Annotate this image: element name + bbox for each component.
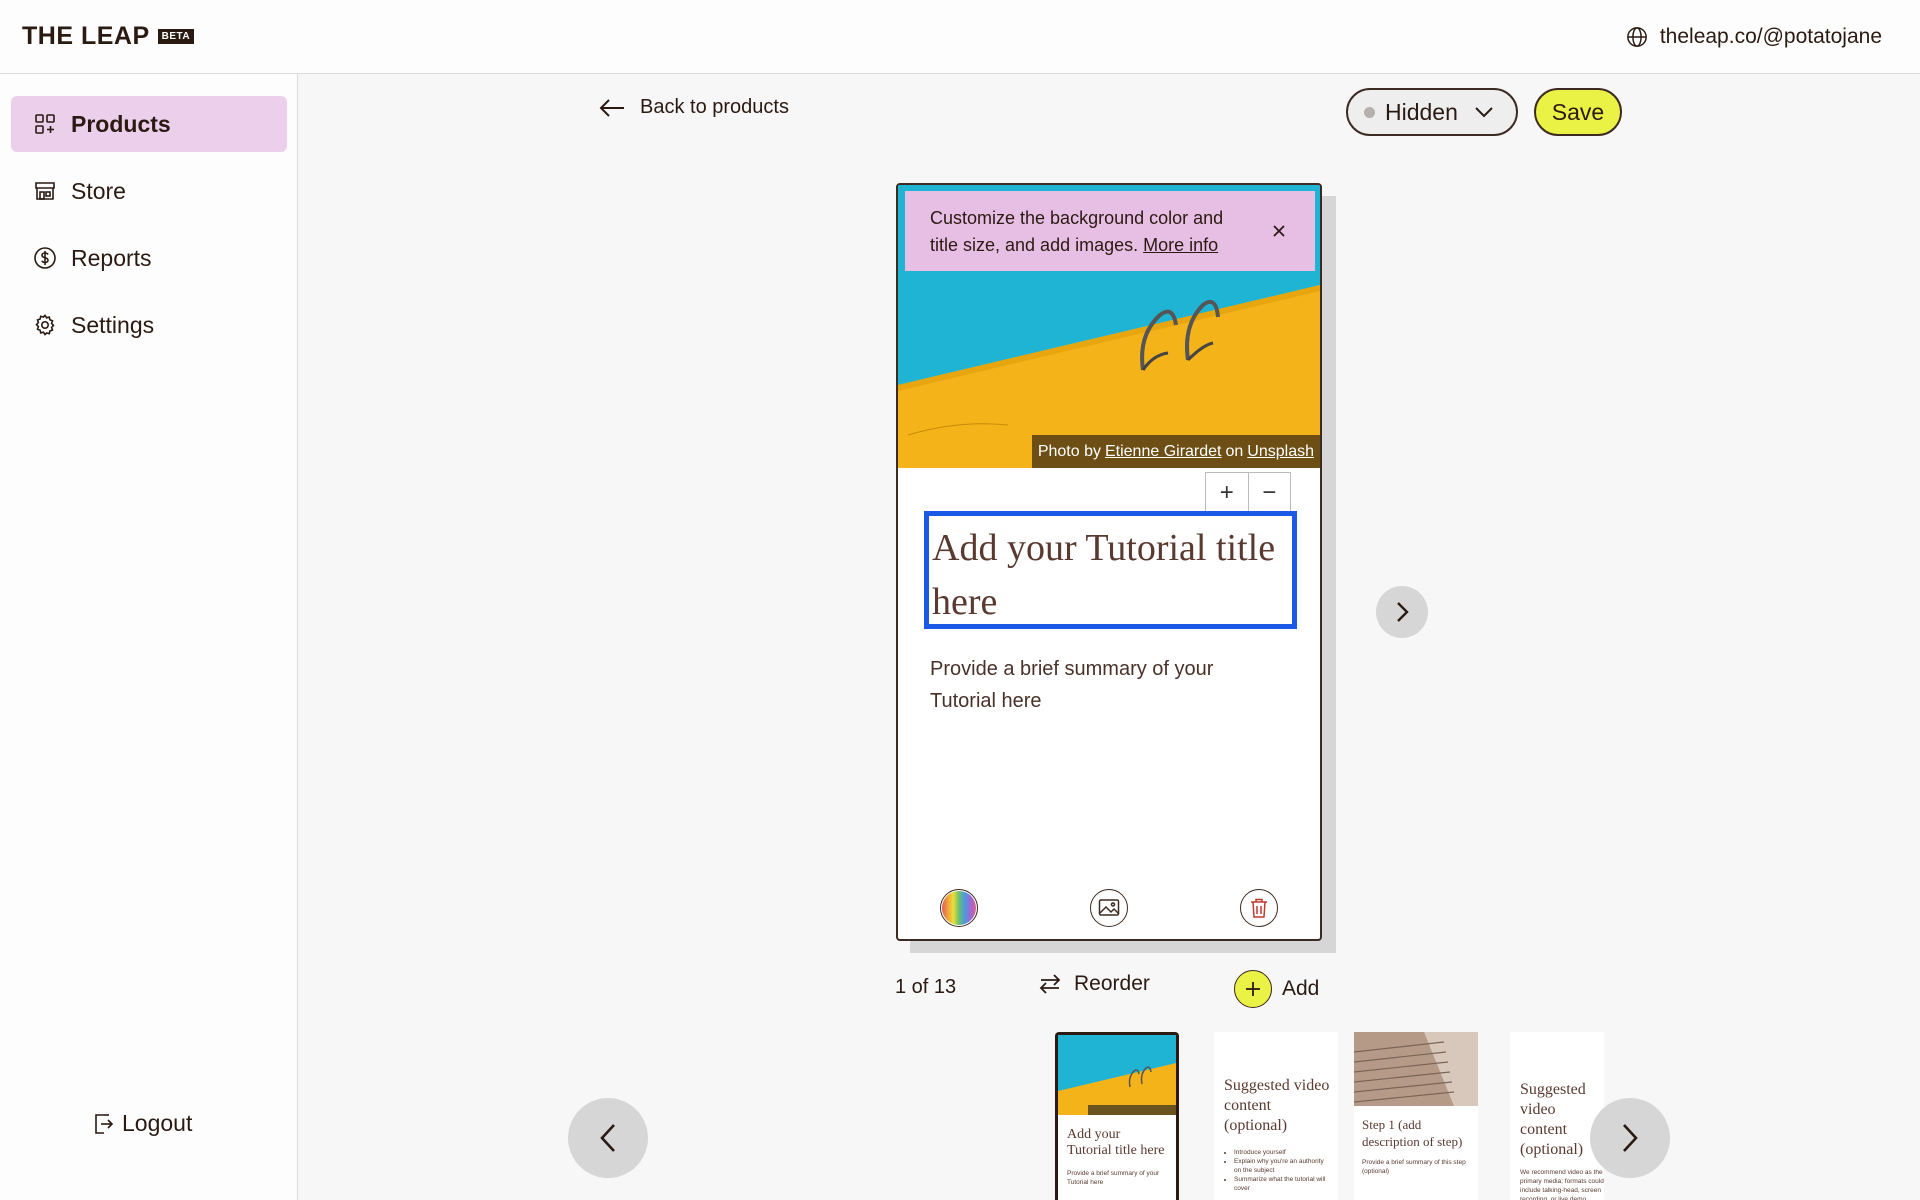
thumbnail-bullet: Explain why you're an authority on the s… [1234, 1157, 1332, 1175]
sidebar-item-label: Reports [71, 244, 152, 271]
save-button[interactable]: Save [1534, 88, 1622, 136]
logout-icon [95, 1113, 114, 1134]
swap-arrows-icon [1039, 974, 1061, 994]
dollar-circle-icon [34, 247, 56, 269]
page-card: Customize the background color and title… [896, 183, 1322, 941]
back-to-products-link[interactable]: Back to products [598, 96, 789, 119]
more-info-link[interactable]: More info [1143, 235, 1218, 255]
add-image-button[interactable] [1090, 889, 1128, 927]
reorder-button[interactable]: Reorder [1038, 972, 1150, 996]
chevron-right-icon [1397, 602, 1409, 622]
sidebar-item-store[interactable]: Store [11, 163, 287, 219]
thumbnail-body: Provide a brief summary of this step (op… [1362, 1159, 1466, 1175]
thumbnail-cover-image [1058, 1035, 1176, 1115]
title-size-control: + − [1205, 472, 1291, 514]
logout-button[interactable]: Logout [92, 1110, 192, 1137]
site-url-link[interactable]: theleap.co/@potatojane [1626, 23, 1882, 51]
thumbnail-page-4[interactable]: Suggested video content (optional) We re… [1510, 1032, 1604, 1200]
sidebar-item-label: Store [71, 177, 126, 204]
logo-text: THE LEAP [22, 21, 150, 50]
beta-badge: BETA [157, 28, 195, 44]
sidebar: Products Store Reports Settings Logout [0, 74, 298, 1200]
credit-on: on [1225, 442, 1244, 460]
title-placeholder: Add your Tutorial title here [932, 527, 1276, 623]
visibility-select[interactable]: Hidden [1346, 88, 1518, 136]
site-url-text: theleap.co/@potatojane [1659, 25, 1882, 48]
plus-icon [1234, 970, 1272, 1008]
status-dot [1364, 106, 1375, 118]
close-icon[interactable] [1269, 221, 1289, 241]
photo-credit: Photo by Etienne Girardet on Unsplash [1031, 435, 1320, 468]
thumbnail-body: We recommend video as the primary media;… [1520, 1169, 1604, 1200]
customize-tip-banner: Customize the background color and title… [905, 191, 1315, 271]
credit-author-link[interactable]: Etienne Girardet [1105, 443, 1222, 461]
page-counter: 1 of 13 [895, 976, 957, 998]
grid-plus-icon [35, 114, 55, 134]
next-page-button[interactable] [1376, 586, 1428, 638]
add-label: Add [1282, 977, 1320, 1000]
reorder-label: Reorder [1074, 972, 1150, 995]
thumbnail-bullet: Summarize what the tutorial will cover [1234, 1175, 1332, 1193]
arrow-left-icon [599, 98, 624, 117]
credit-prefix: Photo by [1037, 442, 1101, 460]
add-page-button[interactable]: Add [1234, 970, 1319, 1008]
thumbnail-page-3[interactable]: Step 1 (add description of step) Provide… [1354, 1032, 1478, 1200]
chevron-down-icon [1475, 107, 1493, 118]
chevron-right-icon [1623, 1124, 1638, 1152]
thumbnail-bullet: Introduce yourself [1234, 1148, 1332, 1157]
cover-image[interactable]: Customize the background color and title… [898, 185, 1320, 468]
thumbnails-next-button[interactable] [1590, 1098, 1670, 1178]
thumbnail-title: Step 1 (add description of step) [1362, 1117, 1463, 1149]
thumbnail-title: Add your Tutorial title here [1067, 1127, 1165, 1158]
delete-page-button[interactable] [1240, 889, 1278, 927]
color-palette-icon [942, 891, 976, 925]
thumbnail-page-1[interactable]: Add your Tutorial title here Provide a b… [1055, 1032, 1179, 1200]
trash-icon [1251, 898, 1267, 918]
title-input[interactable]: Add your Tutorial title here [924, 511, 1297, 629]
thumbnail-page-2[interactable]: Suggested video content (optional) Intro… [1214, 1032, 1338, 1200]
logout-label: Logout [122, 1110, 193, 1136]
decrease-size-button[interactable]: − [1247, 473, 1291, 513]
store-icon [35, 182, 55, 200]
increase-size-button[interactable]: + [1206, 473, 1248, 513]
sidebar-item-reports[interactable]: Reports [11, 230, 287, 286]
sidebar-item-label: Settings [71, 311, 155, 338]
gear-icon [35, 314, 55, 336]
thumbnails-prev-button[interactable] [568, 1098, 648, 1178]
sidebar-item-products[interactable]: Products [11, 96, 287, 152]
sidebar-item-settings[interactable]: Settings [11, 297, 287, 353]
credit-site-link[interactable]: Unsplash [1247, 443, 1314, 461]
summary-input[interactable]: Provide a brief summary of your Tutorial… [930, 653, 1270, 717]
globe-icon [1626, 27, 1647, 47]
sidebar-item-label: Products [71, 110, 171, 137]
thumbnail-body: Provide a brief summary of your Tutorial… [1067, 1170, 1160, 1186]
thumbnail-title: Suggested video content (optional) [1224, 1077, 1330, 1134]
background-color-button[interactable] [940, 889, 978, 927]
back-label: Back to products [640, 96, 789, 118]
top-bar: THE LEAP BETA theleap.co/@potatojane [0, 0, 1920, 74]
visibility-value: Hidden [1385, 98, 1458, 125]
thumbnail-stairs-image [1354, 1032, 1478, 1106]
app-logo[interactable]: THE LEAP BETA [22, 21, 195, 50]
chevron-left-icon [600, 1124, 615, 1152]
image-icon [1098, 899, 1120, 916]
